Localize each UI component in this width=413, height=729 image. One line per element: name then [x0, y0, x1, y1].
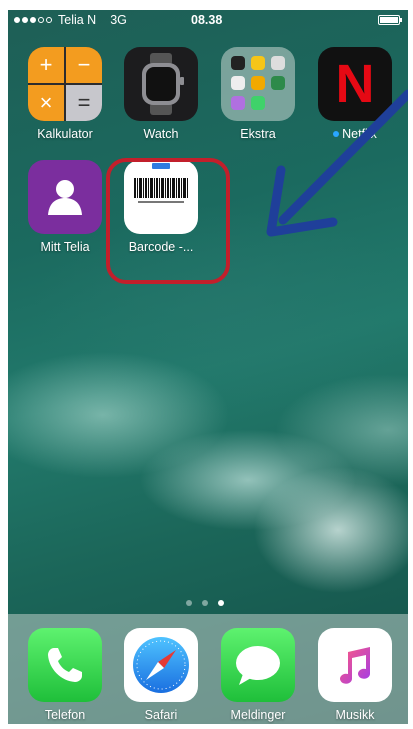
app-label: Kalkulator: [37, 127, 93, 141]
app-mitt-telia[interactable]: Mitt Telia: [28, 160, 102, 254]
signal-strength-icon: [14, 17, 52, 23]
home-screen: Telia N 3G 08.38 + − × = Kalkulator Watc…: [8, 10, 408, 724]
status-bar: Telia N 3G 08.38: [8, 10, 408, 30]
app-kalkulator[interactable]: + − × = Kalkulator: [28, 47, 102, 141]
app-meldinger[interactable]: Meldinger: [221, 628, 295, 722]
network-type: 3G: [110, 13, 127, 27]
app-label: Musikk: [335, 708, 375, 722]
music-note-icon: [318, 628, 392, 702]
phone-icon: [28, 628, 102, 702]
highlight-circle: [106, 158, 230, 284]
calculator-icon: + − × =: [28, 47, 102, 121]
app-label: Watch: [143, 127, 179, 141]
app-safari[interactable]: Safari: [124, 628, 198, 722]
compass-icon: [124, 628, 198, 702]
status-time: 08.38: [191, 13, 223, 27]
app-label: Safari: [144, 708, 178, 722]
app-label: Telefon: [44, 708, 86, 722]
battery-icon: [378, 15, 402, 25]
speech-bubble-icon: [221, 628, 295, 702]
app-musikk[interactable]: Musikk: [318, 628, 392, 722]
app-watch[interactable]: Watch: [124, 47, 198, 141]
carrier-name: Telia N: [58, 13, 97, 27]
app-label: Meldinger: [230, 708, 286, 722]
app-telefon[interactable]: Telefon: [28, 628, 102, 722]
app-label: Mitt Telia: [40, 240, 90, 254]
page-indicator[interactable]: [186, 600, 224, 606]
arrow-icon: [266, 89, 408, 237]
person-icon: [28, 160, 102, 234]
watch-icon: [124, 47, 198, 121]
dock: Telefon Safari Meldinger Musikk: [8, 614, 408, 724]
